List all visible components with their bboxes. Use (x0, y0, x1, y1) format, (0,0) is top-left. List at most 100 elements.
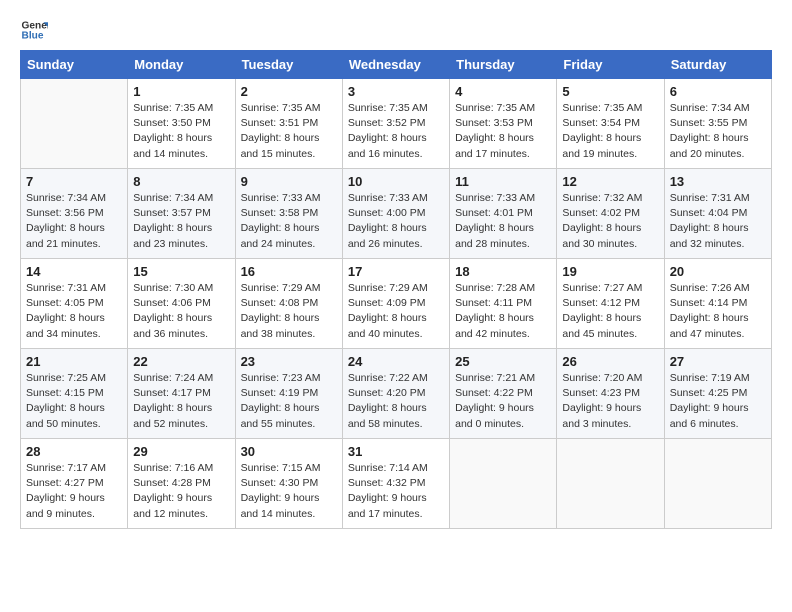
calendar-cell: 26 Sunrise: 7:20 AM Sunset: 4:23 PM Dayli… (557, 349, 664, 439)
day-info: Sunrise: 7:33 AM Sunset: 4:01 PM Dayligh… (455, 191, 551, 252)
day-info: Sunrise: 7:35 AM Sunset: 3:53 PM Dayligh… (455, 101, 551, 162)
header-friday: Friday (557, 51, 664, 79)
logo-icon: General Blue (20, 16, 48, 44)
calendar-cell: 20 Sunrise: 7:26 AM Sunset: 4:14 PM Dayli… (664, 259, 771, 349)
calendar-cell: 24 Sunrise: 7:22 AM Sunset: 4:20 PM Dayli… (342, 349, 449, 439)
calendar-cell (21, 79, 128, 169)
day-info: Sunrise: 7:34 AM Sunset: 3:55 PM Dayligh… (670, 101, 766, 162)
header-sunday: Sunday (21, 51, 128, 79)
calendar-cell: 7 Sunrise: 7:34 AM Sunset: 3:56 PM Daylig… (21, 169, 128, 259)
day-info: Sunrise: 7:35 AM Sunset: 3:52 PM Dayligh… (348, 101, 444, 162)
calendar-cell (557, 439, 664, 529)
week-row-1: 1 Sunrise: 7:35 AM Sunset: 3:50 PM Daylig… (21, 79, 772, 169)
calendar-cell (450, 439, 557, 529)
day-number: 17 (348, 264, 444, 279)
day-info: Sunrise: 7:33 AM Sunset: 3:58 PM Dayligh… (241, 191, 337, 252)
day-number: 15 (133, 264, 229, 279)
day-info: Sunrise: 7:20 AM Sunset: 4:23 PM Dayligh… (562, 371, 658, 432)
calendar-cell: 17 Sunrise: 7:29 AM Sunset: 4:09 PM Dayli… (342, 259, 449, 349)
day-number: 10 (348, 174, 444, 189)
day-info: Sunrise: 7:19 AM Sunset: 4:25 PM Dayligh… (670, 371, 766, 432)
day-info: Sunrise: 7:24 AM Sunset: 4:17 PM Dayligh… (133, 371, 229, 432)
day-number: 1 (133, 84, 229, 99)
calendar-cell: 21 Sunrise: 7:25 AM Sunset: 4:15 PM Dayli… (21, 349, 128, 439)
day-number: 13 (670, 174, 766, 189)
week-row-3: 14 Sunrise: 7:31 AM Sunset: 4:05 PM Dayli… (21, 259, 772, 349)
calendar-cell (664, 439, 771, 529)
day-info: Sunrise: 7:31 AM Sunset: 4:05 PM Dayligh… (26, 281, 122, 342)
day-number: 12 (562, 174, 658, 189)
calendar-cell: 31Sunrise: 7:14 AM Sunset: 4:32 PM Dayli… (342, 439, 449, 529)
day-number: 24 (348, 354, 444, 369)
calendar-cell: 14 Sunrise: 7:31 AM Sunset: 4:05 PM Dayli… (21, 259, 128, 349)
day-number: 28 (26, 444, 122, 459)
header-tuesday: Tuesday (235, 51, 342, 79)
day-info: Sunrise: 7:35 AM Sunset: 3:50 PM Dayligh… (133, 101, 229, 162)
day-info: Sunrise: 7:28 AM Sunset: 4:11 PM Dayligh… (455, 281, 551, 342)
day-info: Sunrise: 7:15 AM Sunset: 4:30 PM Dayligh… (241, 461, 337, 522)
calendar-cell: 8 Sunrise: 7:34 AM Sunset: 3:57 PM Daylig… (128, 169, 235, 259)
day-info: Sunrise: 7:32 AM Sunset: 4:02 PM Dayligh… (562, 191, 658, 252)
calendar-cell: 3Sunrise: 7:35 AM Sunset: 3:52 PM Daylig… (342, 79, 449, 169)
day-info: Sunrise: 7:22 AM Sunset: 4:20 PM Dayligh… (348, 371, 444, 432)
day-number: 16 (241, 264, 337, 279)
calendar-cell: 16Sunrise: 7:29 AM Sunset: 4:08 PM Dayli… (235, 259, 342, 349)
day-info: Sunrise: 7:25 AM Sunset: 4:15 PM Dayligh… (26, 371, 122, 432)
calendar-cell: 4 Sunrise: 7:35 AM Sunset: 3:53 PM Daylig… (450, 79, 557, 169)
day-info: Sunrise: 7:30 AM Sunset: 4:06 PM Dayligh… (133, 281, 229, 342)
day-number: 8 (133, 174, 229, 189)
day-number: 4 (455, 84, 551, 99)
day-info: Sunrise: 7:26 AM Sunset: 4:14 PM Dayligh… (670, 281, 766, 342)
day-number: 22 (133, 354, 229, 369)
day-info: Sunrise: 7:16 AM Sunset: 4:28 PM Dayligh… (133, 461, 229, 522)
calendar-cell: 1 Sunrise: 7:35 AM Sunset: 3:50 PM Daylig… (128, 79, 235, 169)
calendar-cell: 23Sunrise: 7:23 AM Sunset: 4:19 PM Dayli… (235, 349, 342, 439)
header-wednesday: Wednesday (342, 51, 449, 79)
day-number: 27 (670, 354, 766, 369)
day-number: 26 (562, 354, 658, 369)
day-info: Sunrise: 7:35 AM Sunset: 3:54 PM Dayligh… (562, 101, 658, 162)
day-number: 19 (562, 264, 658, 279)
calendar-cell: 30Sunrise: 7:15 AM Sunset: 4:30 PM Dayli… (235, 439, 342, 529)
header-thursday: Thursday (450, 51, 557, 79)
day-info: Sunrise: 7:14 AM Sunset: 4:32 PM Dayligh… (348, 461, 444, 522)
calendar-cell: 10Sunrise: 7:33 AM Sunset: 4:00 PM Dayli… (342, 169, 449, 259)
day-number: 5 (562, 84, 658, 99)
day-number: 6 (670, 84, 766, 99)
day-info: Sunrise: 7:17 AM Sunset: 4:27 PM Dayligh… (26, 461, 122, 522)
calendar-table: SundayMondayTuesdayWednesdayThursdayFrid… (20, 50, 772, 529)
day-number: 9 (241, 174, 337, 189)
week-row-4: 21 Sunrise: 7:25 AM Sunset: 4:15 PM Dayli… (21, 349, 772, 439)
svg-text:Blue: Blue (22, 31, 44, 42)
day-info: Sunrise: 7:27 AM Sunset: 4:12 PM Dayligh… (562, 281, 658, 342)
calendar-cell: 5 Sunrise: 7:35 AM Sunset: 3:54 PM Daylig… (557, 79, 664, 169)
day-info: Sunrise: 7:29 AM Sunset: 4:09 PM Dayligh… (348, 281, 444, 342)
header-monday: Monday (128, 51, 235, 79)
day-number: 7 (26, 174, 122, 189)
calendar-cell: 12 Sunrise: 7:32 AM Sunset: 4:02 PM Dayli… (557, 169, 664, 259)
calendar-cell: 9 Sunrise: 7:33 AM Sunset: 3:58 PM Daylig… (235, 169, 342, 259)
day-number: 21 (26, 354, 122, 369)
calendar-cell: 27 Sunrise: 7:19 AM Sunset: 4:25 PM Dayli… (664, 349, 771, 439)
day-info: Sunrise: 7:23 AM Sunset: 4:19 PM Dayligh… (241, 371, 337, 432)
calendar-header-row: SundayMondayTuesdayWednesdayThursdayFrid… (21, 51, 772, 79)
day-info: Sunrise: 7:34 AM Sunset: 3:56 PM Dayligh… (26, 191, 122, 252)
page-header: General Blue (20, 16, 772, 44)
day-info: Sunrise: 7:34 AM Sunset: 3:57 PM Dayligh… (133, 191, 229, 252)
calendar-cell: 13Sunrise: 7:31 AM Sunset: 4:04 PM Dayli… (664, 169, 771, 259)
day-number: 2 (241, 84, 337, 99)
logo: General Blue (20, 16, 52, 44)
calendar-cell: 28 Sunrise: 7:17 AM Sunset: 4:27 PM Dayli… (21, 439, 128, 529)
day-info: Sunrise: 7:35 AM Sunset: 3:51 PM Dayligh… (241, 101, 337, 162)
day-number: 25 (455, 354, 551, 369)
calendar-cell: 15 Sunrise: 7:30 AM Sunset: 4:06 PM Dayli… (128, 259, 235, 349)
day-number: 29 (133, 444, 229, 459)
calendar-cell: 22 Sunrise: 7:24 AM Sunset: 4:17 PM Dayli… (128, 349, 235, 439)
day-number: 20 (670, 264, 766, 279)
week-row-2: 7 Sunrise: 7:34 AM Sunset: 3:56 PM Daylig… (21, 169, 772, 259)
day-number: 11 (455, 174, 551, 189)
calendar-cell: 25Sunrise: 7:21 AM Sunset: 4:22 PM Dayli… (450, 349, 557, 439)
calendar-cell: 29 Sunrise: 7:16 AM Sunset: 4:28 PM Dayli… (128, 439, 235, 529)
calendar-cell: 2 Sunrise: 7:35 AM Sunset: 3:51 PM Daylig… (235, 79, 342, 169)
day-number: 14 (26, 264, 122, 279)
